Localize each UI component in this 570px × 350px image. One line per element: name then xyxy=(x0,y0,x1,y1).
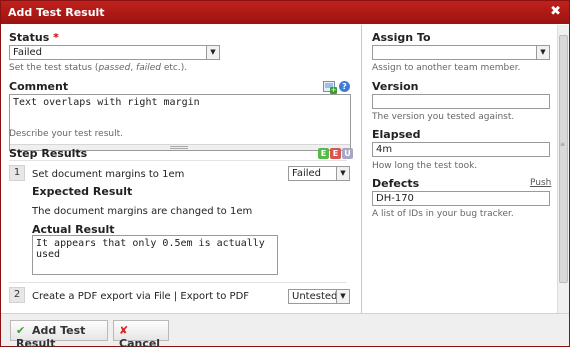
cancel-button-label: Cancel xyxy=(119,337,161,350)
step-results-label: Step Results xyxy=(9,147,88,160)
elapsed-hint: How long the test took. xyxy=(372,161,478,171)
help-icon[interactable]: ? xyxy=(339,81,350,92)
actual-result-text: It appears that only 0.5em is actually u… xyxy=(36,238,265,260)
close-icon[interactable]: ✖ xyxy=(550,4,561,19)
actual-result-textarea[interactable]: It appears that only 0.5em is actually u… xyxy=(32,235,278,275)
expand-all-icon[interactable]: E xyxy=(318,148,329,159)
comment-label: Comment xyxy=(9,80,69,93)
version-input[interactable] xyxy=(372,94,550,109)
cancel-x-icon: ✘ xyxy=(119,324,129,337)
expand-failed-icon[interactable]: E xyxy=(330,148,341,159)
assign-to-select[interactable]: ▼ xyxy=(372,45,550,60)
step-status-select[interactable]: Failed ▼ xyxy=(288,166,350,181)
step-status-select[interactable]: Untested ▼ xyxy=(288,289,350,304)
comment-text: Text overlaps with right margin xyxy=(13,97,200,108)
step-separator xyxy=(9,282,347,283)
elapsed-value: 4m xyxy=(376,144,393,155)
dialog-title: Add Test Result xyxy=(8,6,105,19)
status-label: Status * xyxy=(9,31,59,44)
step-description: Set document margins to 1em xyxy=(32,169,185,180)
defects-value: DH-170 xyxy=(376,193,414,204)
status-select[interactable]: Failed ▼ xyxy=(9,45,220,60)
elapsed-label: Elapsed xyxy=(372,128,421,141)
assign-to-label: Assign To xyxy=(372,31,431,44)
step-separator xyxy=(9,160,347,161)
step-status-value: Untested xyxy=(292,291,338,302)
push-link[interactable]: Push xyxy=(530,178,551,188)
step-number: 2 xyxy=(9,287,25,303)
add-test-result-button[interactable]: ✔ Add Test Result xyxy=(10,320,108,350)
expected-result-text: The document margins are changed to 1em xyxy=(32,206,253,217)
chevron-down-icon[interactable]: ▼ xyxy=(536,46,549,59)
defects-hint: A list of IDs in your bug tracker. xyxy=(372,209,514,219)
required-marker: * xyxy=(53,31,59,44)
elapsed-input[interactable]: 4m xyxy=(372,142,550,157)
status-label-text: Status xyxy=(9,31,50,44)
step-number: 1 xyxy=(9,165,25,181)
scrollbar-thumb[interactable] xyxy=(559,35,568,283)
vertical-scrollbar[interactable]: ≡ xyxy=(557,25,569,313)
expected-result-label: Expected Result xyxy=(32,185,133,198)
defects-input[interactable]: DH-170 xyxy=(372,191,550,206)
dialog-footer: ✔ Add Test Result ✘Cancel xyxy=(1,313,569,350)
status-select-value: Failed xyxy=(13,47,43,58)
status-hint: Set the test status (passed, failed etc.… xyxy=(9,63,188,73)
scrollbar-grip: ≡ xyxy=(560,141,566,148)
dialog-titlebar: Add Test Result ✖ xyxy=(1,1,569,24)
left-column: Status * Failed ▼ Set the test status (p… xyxy=(1,25,361,313)
assign-to-hint: Assign to another team member. xyxy=(372,63,521,73)
chevron-down-icon[interactable]: ▼ xyxy=(336,167,349,180)
add-image-icon[interactable]: + xyxy=(323,81,337,94)
step-description: Create a PDF export via File | Export to… xyxy=(32,291,250,302)
version-label: Version xyxy=(372,80,419,93)
step-status-value: Failed xyxy=(292,168,322,179)
chevron-down-icon[interactable]: ▼ xyxy=(336,290,349,303)
comment-hint: Describe your test result. xyxy=(9,129,123,139)
cancel-button[interactable]: ✘Cancel xyxy=(113,320,169,350)
checkmark-icon: ✔ xyxy=(16,324,26,337)
right-column: Assign To ▼ Assign to another team membe… xyxy=(362,25,557,313)
expand-untested-icon[interactable]: U xyxy=(342,148,353,159)
add-test-result-dialog: Add Test Result ✖ Status * Failed ▼ Set … xyxy=(0,0,570,350)
defects-label: Defects xyxy=(372,177,420,190)
comment-textarea[interactable]: Text overlaps with right margin xyxy=(9,94,351,151)
chevron-down-icon[interactable]: ▼ xyxy=(206,46,219,59)
version-hint: The version you tested against. xyxy=(372,112,515,122)
